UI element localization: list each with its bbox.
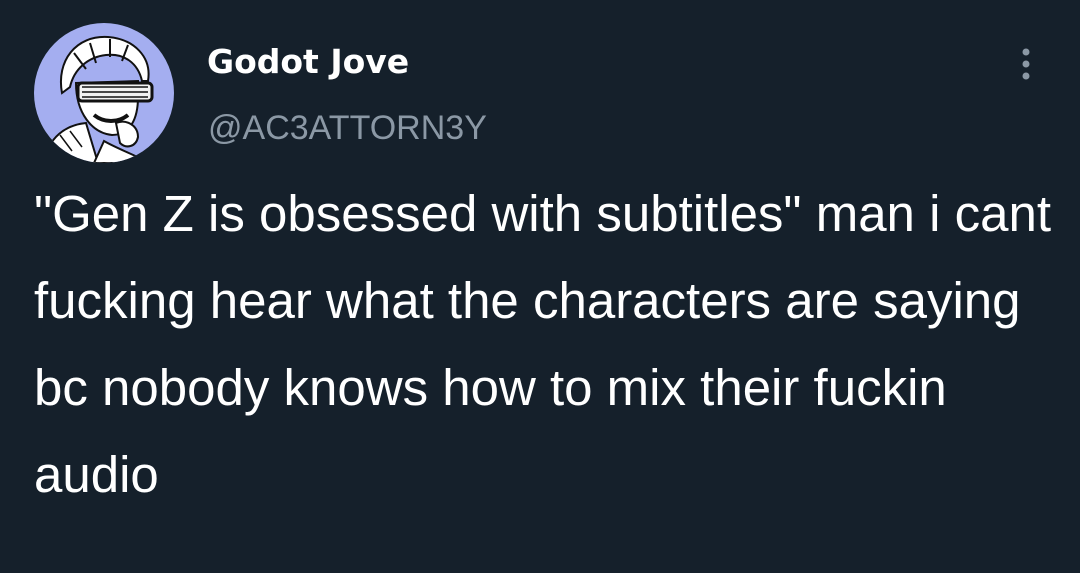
- author-handle[interactable]: @AC3ATTORN3Y: [208, 106, 487, 150]
- more-options-icon: [1022, 48, 1030, 80]
- profile-avatar[interactable]: [34, 23, 174, 163]
- more-options-button[interactable]: [1008, 44, 1044, 94]
- tweet-card: Godot Jove @AC3ATTORN3Y "Gen Z is obsess…: [0, 0, 1080, 573]
- tweet-text: "Gen Z is obsessed with subtitles" man i…: [34, 185, 1051, 503]
- author-display-name[interactable]: Godot Jove: [207, 40, 409, 84]
- profile-avatar-image: [34, 23, 174, 163]
